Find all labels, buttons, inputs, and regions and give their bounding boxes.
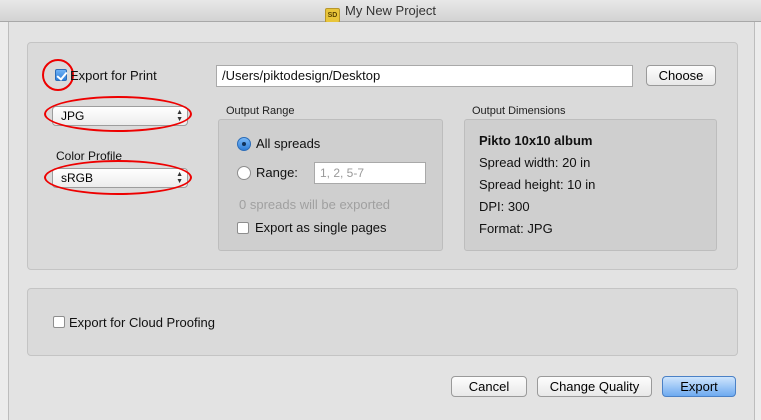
single-pages-checkbox[interactable]: [237, 222, 249, 234]
choose-button[interactable]: Choose: [646, 65, 716, 86]
change-quality-button[interactable]: Change Quality: [537, 376, 652, 397]
window-title: My New Project: [344, 3, 437, 18]
output-range-panel: All spreads Range: 1, 2, 5-7 0 spreads w…: [218, 119, 443, 251]
spread-height: Spread height: 10 in: [479, 177, 596, 192]
cloud-proofing-checkbox[interactable]: [53, 316, 65, 328]
export-sheet: Export for Print /Users/piktodesign/Desk…: [8, 22, 755, 420]
cancel-button[interactable]: Cancel: [451, 376, 527, 397]
export-button[interactable]: Export: [662, 376, 736, 397]
export-path-field[interactable]: /Users/piktodesign/Desktop: [216, 65, 633, 87]
dpi-value: DPI: 300: [479, 199, 530, 214]
export-print-label: Export for Print: [70, 68, 157, 83]
all-spreads-radio[interactable]: [237, 137, 251, 151]
app-icon: SD: [324, 8, 340, 23]
cloud-export-group: Export for Cloud Proofing: [27, 288, 738, 356]
range-input[interactable]: 1, 2, 5-7: [314, 162, 426, 184]
all-spreads-label: All spreads: [256, 136, 321, 151]
range-radio[interactable]: [237, 166, 251, 180]
output-range-title: Output Range: [226, 105, 295, 117]
color-profile-highlight-ring: [44, 160, 192, 195]
format-highlight-ring: [44, 96, 192, 132]
output-dimensions-title: Output Dimensions: [472, 105, 566, 117]
spreads-count-status: 0 spreads will be exported: [239, 197, 391, 212]
spread-width: Spread width: 20 in: [479, 155, 591, 170]
output-dimensions-panel: Pikto 10x10 album Spread width: 20 in Sp…: [464, 119, 717, 251]
title-bar: SD My New Project: [0, 0, 761, 23]
cloud-proofing-label: Export for Cloud Proofing: [69, 315, 215, 330]
album-name: Pikto 10x10 album: [479, 133, 593, 148]
range-label: Range:: [256, 165, 298, 180]
format-info: Format: JPG: [479, 221, 553, 236]
single-pages-label: Export as single pages: [255, 220, 387, 235]
print-export-group: Export for Print /Users/piktodesign/Desk…: [27, 42, 738, 270]
